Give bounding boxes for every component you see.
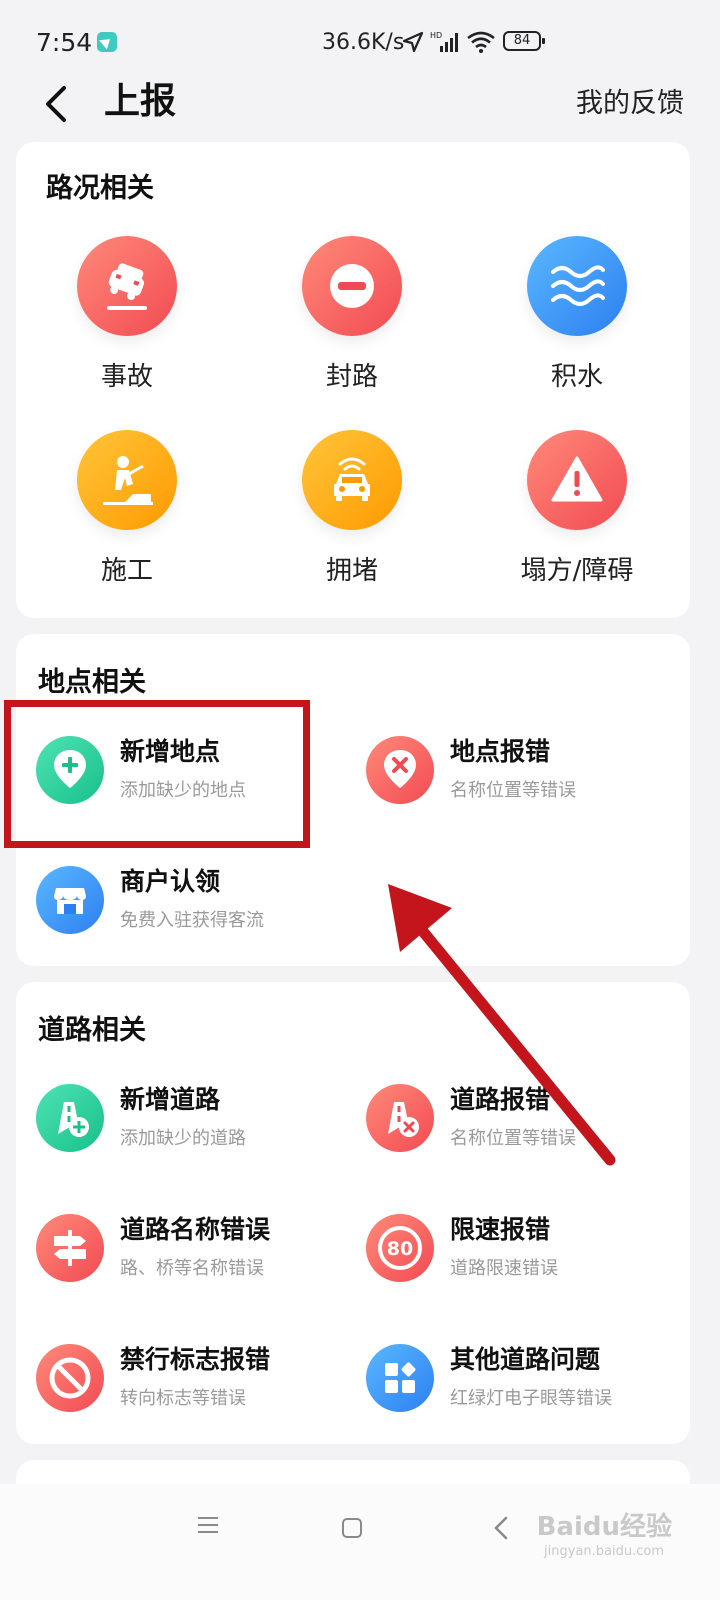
- report-traffic-jam[interactable]: 拥堵: [272, 430, 432, 600]
- report-construction[interactable]: 施工: [47, 430, 207, 600]
- list-title: 商户认领: [120, 867, 221, 896]
- location-arrow-icon: [402, 31, 424, 53]
- list-title: 禁行标志报错: [120, 1345, 271, 1374]
- report-water[interactable]: 积水: [497, 236, 657, 406]
- wifi-icon: [467, 31, 495, 53]
- grid-label: 封路: [325, 362, 378, 392]
- home-icon[interactable]: [342, 1518, 362, 1538]
- grid-label: 塌方/障碍: [520, 556, 634, 586]
- list-title: 限速报错: [450, 1215, 551, 1244]
- status-time: 7:54: [36, 28, 93, 57]
- no-entry-sign-error-item[interactable]: 禁行标志报错 转向标志等错误: [36, 1340, 356, 1430]
- construction-icon: [77, 430, 177, 530]
- add-road-item[interactable]: 新增道路 添加缺少的道路: [36, 1080, 356, 1170]
- signal-icon: HD: [430, 31, 458, 52]
- grid-label: 积水: [550, 362, 603, 392]
- store-icon: [36, 866, 104, 934]
- status-bar: 7:54 36.6K/s HD 84: [0, 0, 720, 80]
- section-title: 道路相关: [38, 1015, 146, 1046]
- add-road-icon: [36, 1084, 104, 1152]
- section-title: 路况相关: [46, 173, 154, 204]
- telegram-notification-icon: [97, 32, 117, 52]
- baidu-watermark-url: jingyan.baidu.com: [544, 1544, 664, 1559]
- list-subtitle: 免费入驻获得客流: [120, 910, 264, 931]
- list-subtitle: 名称位置等错误: [450, 780, 576, 801]
- list-subtitle: 路、桥等名称错误: [120, 1258, 264, 1279]
- list-title: 新增道路: [120, 1085, 221, 1114]
- other-road-issue-item[interactable]: 其他道路问题 红绿灯电子眼等错误: [366, 1340, 686, 1430]
- list-subtitle: 转向标志等错误: [120, 1388, 246, 1409]
- back-button[interactable]: [36, 82, 80, 126]
- report-accident[interactable]: 事故: [47, 236, 207, 406]
- status-icons: HD: [402, 29, 496, 55]
- no-entry-icon: [36, 1344, 104, 1412]
- place-error-item[interactable]: 地点报错 名称位置等错误: [366, 732, 686, 822]
- warning-icon: [527, 430, 627, 530]
- chevron-left-icon: [46, 86, 66, 122]
- grid-label: 事故: [100, 362, 153, 392]
- list-subtitle: 红绿灯电子眼等错误: [450, 1388, 612, 1409]
- list-subtitle: 道路限速错误: [450, 1258, 558, 1279]
- report-landslide-obstacle[interactable]: 塌方/障碍: [497, 430, 657, 600]
- accident-car-icon: [77, 236, 177, 336]
- back-nav-icon[interactable]: [490, 1514, 514, 1542]
- signpost-icon: [36, 1214, 104, 1282]
- hd-label: HD: [430, 31, 442, 40]
- section-title: 地点相关: [38, 667, 146, 698]
- menu-icon[interactable]: [196, 1514, 220, 1536]
- road-closed-icon: [302, 236, 402, 336]
- list-title: 道路名称错误: [120, 1215, 271, 1244]
- location-error-icon: [366, 736, 434, 804]
- annotation-highlight-box: [4, 700, 310, 848]
- header: 上报 我的反馈: [0, 80, 720, 144]
- traffic-jam-icon: [302, 430, 402, 530]
- report-road-closed[interactable]: 封路: [272, 236, 432, 406]
- speed-limit-error-item[interactable]: 80 限速报错 道路限速错误: [366, 1210, 686, 1300]
- road-name-error-item[interactable]: 道路名称错误 路、桥等名称错误: [36, 1210, 356, 1300]
- water-icon: [527, 236, 627, 336]
- list-title: 其他道路问题: [450, 1345, 601, 1374]
- my-feedback-link[interactable]: 我的反馈: [576, 84, 684, 124]
- list-subtitle: 添加缺少的道路: [120, 1128, 246, 1149]
- page-title: 上报: [104, 81, 177, 122]
- grid-label: 施工: [100, 556, 153, 586]
- list-title: 地点报错: [450, 737, 551, 766]
- network-speed: 36.6K/s: [322, 30, 405, 55]
- speed-limit-icon: 80: [366, 1214, 434, 1282]
- speed-limit-value: 80: [387, 1238, 413, 1260]
- road-condition-card: 路况相关 事故 封路 积水 施工 拥堵 塌方/障碍: [16, 142, 690, 618]
- system-nav-bar: Baidu经验 jingyan.baidu.com: [0, 1484, 720, 1600]
- annotation-arrow: [388, 884, 616, 1166]
- apps-icon: [366, 1344, 434, 1412]
- grid-label: 拥堵: [325, 556, 378, 586]
- merchant-claim-item[interactable]: 商户认领 免费入驻获得客流: [36, 862, 356, 952]
- battery-indicator: 84: [503, 31, 545, 51]
- baidu-watermark: Baidu经验: [536, 1512, 672, 1542]
